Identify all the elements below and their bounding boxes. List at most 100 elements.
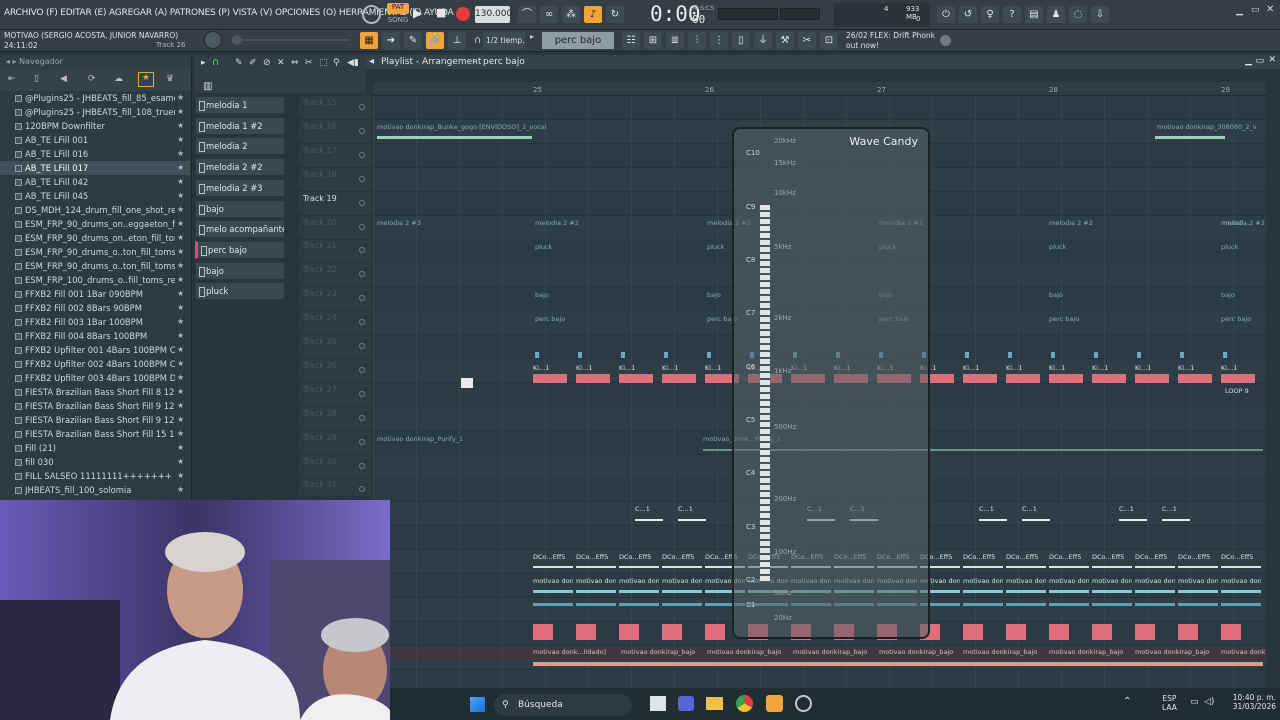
clip[interactable]: Ki...1 bbox=[1006, 364, 1036, 372]
kick-clip[interactable] bbox=[963, 374, 997, 383]
kick-clip[interactable] bbox=[1006, 374, 1040, 383]
plug-icon[interactable]: ⏚ bbox=[754, 32, 772, 49]
browser-item[interactable]: FFXB2 Fill 004 8Bars 100BPM ★ bbox=[0, 329, 190, 343]
browser-item[interactable]: JHBEATS_fill_100_solomia ★ bbox=[0, 483, 190, 497]
clip[interactable]: perc bajo bbox=[1221, 315, 1266, 323]
clip[interactable]: Ki...1 bbox=[619, 364, 649, 372]
clip[interactable]: C...1 bbox=[1162, 505, 1192, 513]
browser-item[interactable]: FFXB2 Upfilter 003 4Bars 100BPM D ★ bbox=[0, 371, 190, 385]
track-mute-icon[interactable] bbox=[359, 486, 365, 493]
browser-item[interactable]: @Plugins25 - JHBEATS_fill_85_esamor ★ bbox=[0, 91, 190, 105]
track-header[interactable]: Track 26 bbox=[299, 359, 371, 383]
clip-waveform[interactable] bbox=[576, 603, 616, 606]
collapse-icon[interactable]: ⇤ bbox=[8, 74, 16, 84]
snap-select[interactable]: 1/2 tiemp. bbox=[483, 32, 525, 49]
browser-item[interactable]: @Plugins25 - JHBEATS_fill_108_trueno ★ bbox=[0, 105, 190, 119]
mouse-cursor-icon[interactable] bbox=[461, 378, 473, 388]
task-view-icon[interactable] bbox=[650, 696, 666, 711]
wave-candy-window[interactable]: Wave Candy 20kHz 15kHz 10kHz 5kHz 2kHz 1kHz 50… bbox=[732, 127, 930, 639]
clip-waveform[interactable] bbox=[635, 519, 663, 521]
clip-waveform[interactable] bbox=[533, 662, 1263, 666]
teams-icon[interactable] bbox=[678, 696, 694, 711]
drum-clip[interactable] bbox=[963, 624, 983, 640]
pattern-item[interactable]: melodia 1 bbox=[195, 96, 285, 114]
browser-item[interactable]: AB_TE LFill 001 ★ bbox=[0, 133, 190, 147]
clip-waveform[interactable] bbox=[1006, 603, 1046, 606]
track-header[interactable]: Track 19 bbox=[299, 192, 371, 216]
clip[interactable]: Ki...1 bbox=[576, 364, 606, 372]
browser-item[interactable]: AB_TE LFill 042 ★ bbox=[0, 175, 190, 189]
browser-item[interactable]: AB_TE LFill 017 ★ bbox=[0, 161, 190, 175]
online-icon[interactable]: ⏻ bbox=[937, 6, 955, 23]
clip-waveform[interactable] bbox=[1049, 603, 1089, 606]
favorites-icon[interactable]: ★ bbox=[138, 72, 154, 87]
clip-waveform[interactable] bbox=[1022, 519, 1050, 521]
clip[interactable]: DCo...Eff5 bbox=[1006, 553, 1046, 561]
clip[interactable]: motivao donk...[CLAPS L..DUNGEO Y ONE SH… bbox=[1178, 577, 1218, 585]
playlist-close-icon[interactable]: ✕ bbox=[1268, 55, 1276, 65]
clip-waveform[interactable] bbox=[619, 566, 659, 568]
clip[interactable]: motivao donk...[CLAPS L..DUNGEO Y ONE SH… bbox=[1221, 577, 1261, 585]
timeline-ruler[interactable]: 25 26 27 28 29 bbox=[373, 82, 1266, 96]
clip-waveform[interactable] bbox=[963, 566, 1003, 568]
countdown-icon[interactable]: ⁂ bbox=[562, 6, 580, 23]
browser-item[interactable]: ESM_FRP_90_drums_o..ton_fill_toms_proud★ bbox=[0, 245, 190, 259]
clip[interactable]: Ki...1 bbox=[1221, 364, 1251, 372]
track-header[interactable]: Track 23 bbox=[299, 287, 371, 312]
magnet-green-icon[interactable]: ∩ bbox=[212, 57, 224, 69]
browser-item[interactable]: FIESTA Brazilian Bass Short Fill 15 125B… bbox=[0, 427, 190, 441]
clip[interactable]: DCo...Eff5 bbox=[619, 553, 659, 561]
clip-waveform[interactable] bbox=[1135, 566, 1175, 568]
pattern-item[interactable]: melo acompañante bbox=[195, 220, 285, 239]
browser-item[interactable]: AB_TE LFill 045 ★ bbox=[0, 189, 190, 203]
track-header[interactable]: Track 17 bbox=[299, 144, 371, 168]
browser-item[interactable]: FFXB2 Upfilter 001 4Bars 100BPM C ★ bbox=[0, 343, 190, 357]
track-header[interactable]: Track 18 bbox=[299, 168, 371, 192]
clip-waveform[interactable] bbox=[979, 519, 1007, 521]
kick-marker[interactable] bbox=[1008, 352, 1012, 358]
browser-item[interactable]: ESM_FRP_90_drums_o..ton_fill_toms_punch★ bbox=[0, 259, 190, 273]
download-icon[interactable]: ⇩ bbox=[1091, 6, 1109, 23]
clip-waveform[interactable] bbox=[1155, 136, 1225, 139]
star-icon[interactable]: ★ bbox=[177, 245, 184, 259]
cut-icon[interactable]: ✂ bbox=[798, 32, 816, 49]
bajo-lane[interactable] bbox=[373, 648, 1266, 660]
file-icon[interactable]: ▯ bbox=[732, 32, 750, 49]
track-header[interactable]: Track 28 bbox=[299, 407, 371, 431]
playback-tool-icon[interactable]: ◀▮ bbox=[347, 58, 359, 68]
kick-clip[interactable] bbox=[1092, 374, 1126, 383]
song-position-bar[interactable] bbox=[240, 39, 350, 41]
master-volume-slider[interactable] bbox=[718, 8, 778, 20]
paint-tool-icon[interactable]: ✐ bbox=[249, 58, 257, 68]
kick-clip[interactable] bbox=[619, 374, 653, 383]
playlist-maximize-icon[interactable]: ▭ bbox=[1255, 56, 1264, 66]
news-ticker[interactable]: 26/02 FLEX: Drift Phonk bbox=[846, 31, 935, 40]
browser-item[interactable]: FIESTA Brazilian Bass Short Fill 9 125BP… bbox=[0, 399, 190, 413]
kick-clip[interactable] bbox=[1221, 374, 1255, 383]
star-icon[interactable]: ★ bbox=[177, 371, 184, 385]
browser-item[interactable]: FFXB2 Fill 002 8Bars 90BPM ★ bbox=[0, 301, 190, 315]
minimize-icon[interactable]: ▁ bbox=[1236, 6, 1243, 16]
kick-clip[interactable] bbox=[1178, 374, 1212, 383]
browser-item[interactable]: FILL SALSEO 11111111+++++++ ★ bbox=[0, 469, 190, 483]
network-icon[interactable]: ▭ bbox=[1190, 697, 1199, 707]
song-toggle[interactable]: SONG bbox=[387, 16, 409, 26]
track-header[interactable]: Track 24 bbox=[299, 311, 371, 336]
track-mute-icon[interactable] bbox=[359, 343, 365, 349]
star-icon[interactable]: ★ bbox=[177, 301, 184, 315]
arrow-right-icon[interactable]: ➔ bbox=[382, 32, 400, 49]
drum-clip[interactable] bbox=[576, 624, 596, 640]
clip[interactable]: Ki...1 bbox=[533, 364, 563, 372]
track-mute-icon[interactable] bbox=[359, 175, 365, 182]
kick-marker[interactable] bbox=[621, 352, 625, 358]
star-icon[interactable]: ★ bbox=[177, 357, 184, 371]
clip[interactable]: DCo...Eff5 bbox=[1049, 553, 1089, 561]
browser-item[interactable]: ESM_FRP_90_drums_on..eggaeton_fill_swing… bbox=[0, 217, 190, 231]
clip-waveform[interactable] bbox=[1178, 566, 1218, 568]
refresh-icon[interactable]: ↺ bbox=[959, 6, 977, 23]
star-icon[interactable]: ★ bbox=[177, 455, 184, 469]
pat-toggle[interactable]: PAT bbox=[387, 3, 409, 14]
close-icon[interactable]: ✕ bbox=[1266, 4, 1274, 15]
clip[interactable]: melod... bbox=[1223, 219, 1263, 227]
clip[interactable]: DCo...Eff5 bbox=[963, 553, 1003, 561]
